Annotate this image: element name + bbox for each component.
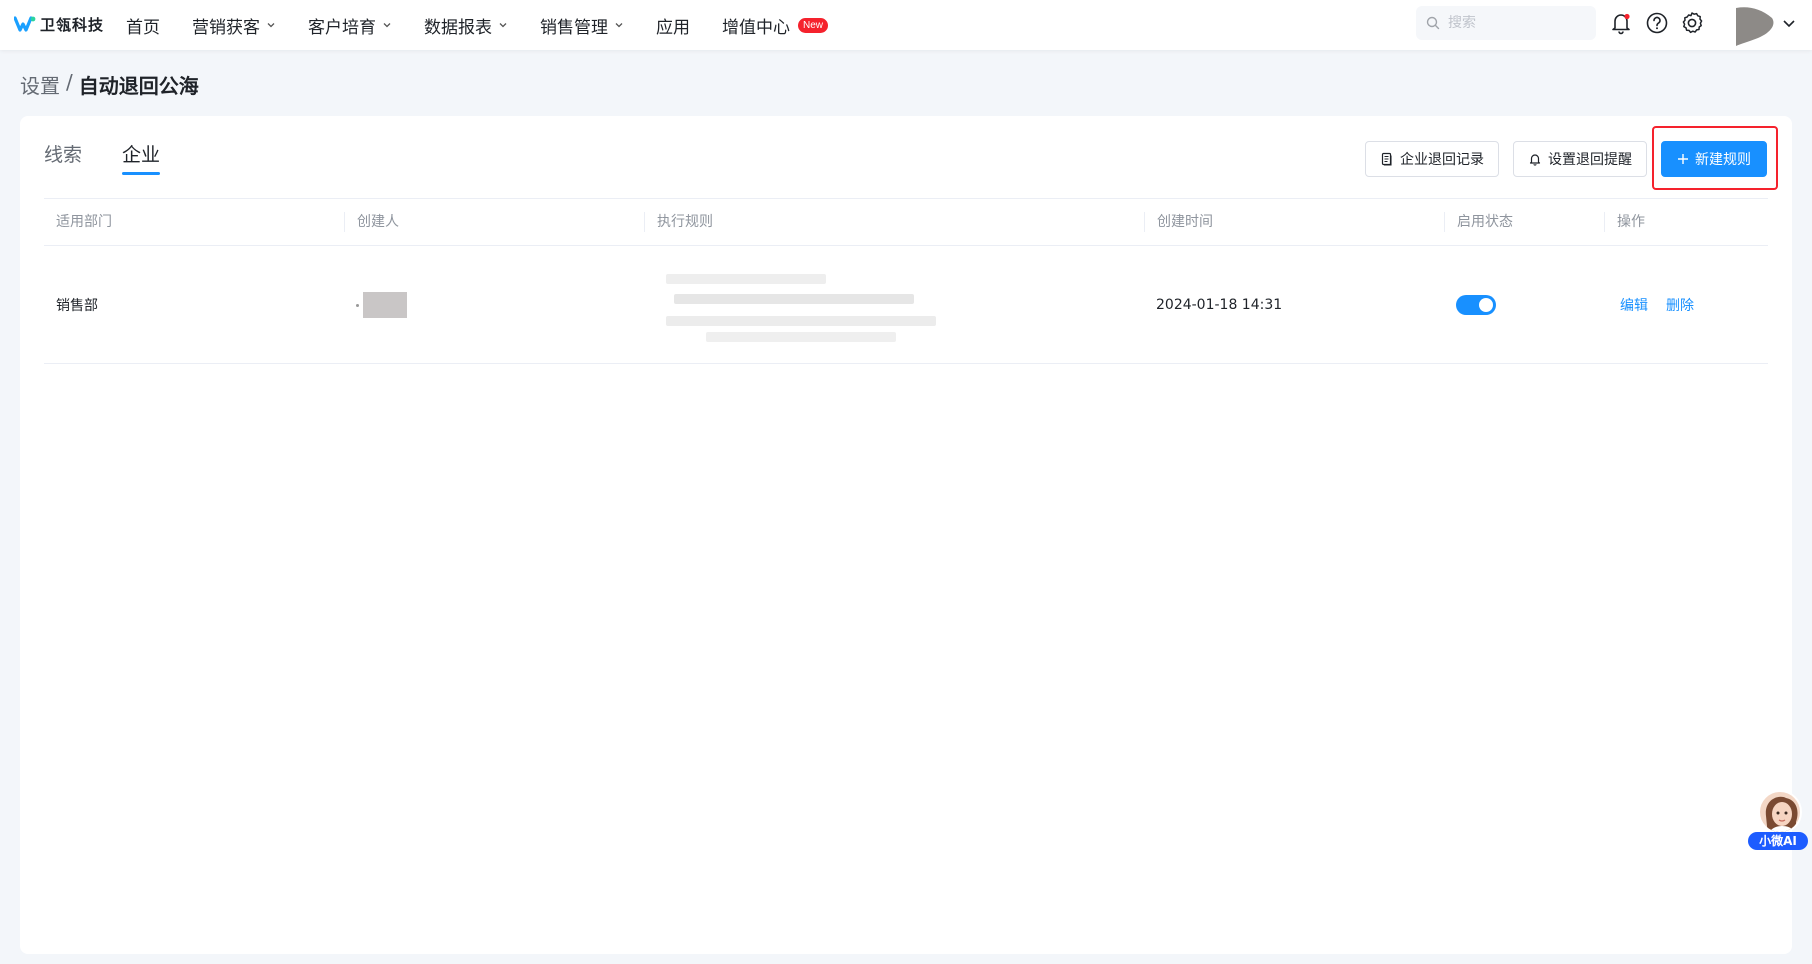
nav-item-label: 营销获客 — [192, 17, 260, 38]
table-row: 销售部 2024-01-18 14:31 编辑 删除 — [44, 246, 1768, 364]
brand-logo[interactable]: 卫瓴科技 — [14, 13, 104, 35]
nav-item-label: 应用 — [656, 17, 690, 38]
plus-icon — [1678, 154, 1688, 164]
chevron-down-icon — [615, 23, 623, 28]
table-header: 适用部门 创建人 执行规则 创建时间 启用状态 操作 — [44, 198, 1768, 246]
breadcrumb: 设置 / 自动退回公海 — [20, 70, 199, 99]
delete-link[interactable]: 删除 — [1666, 295, 1694, 315]
bell-icon — [1529, 154, 1541, 166]
return-records-button[interactable]: 企业退回记录 — [1365, 141, 1499, 177]
main-card: 线索 企业 企业退回记录 设置退回提醒 新建规则 适用部门 创建人 执行规则 创… — [20, 116, 1792, 954]
cell-actions: 编辑 删除 — [1604, 246, 1712, 364]
set-reminder-button[interactable]: 设置退回提醒 — [1513, 141, 1647, 177]
nav-item-value-center[interactable]: 增值中心 New — [722, 13, 829, 38]
column-header-creator: 创建人 — [344, 212, 399, 232]
brand-logo-icon — [14, 16, 36, 32]
document-icon — [1381, 152, 1392, 166]
column-header-rule: 执行规则 — [644, 212, 713, 232]
avatar[interactable] — [1734, 4, 1776, 48]
gear-icon[interactable] — [1679, 10, 1705, 36]
assistant-face-icon — [1765, 796, 1798, 832]
search-icon — [1426, 16, 1440, 30]
nav-item-home[interactable]: 首页 — [126, 13, 160, 38]
chevron-down-icon — [267, 23, 275, 28]
chevron-down-icon[interactable] — [1782, 18, 1796, 30]
breadcrumb-parent[interactable]: 设置 — [20, 70, 60, 99]
tab-bar: 线索 企业 — [44, 140, 161, 175]
edit-link[interactable]: 编辑 — [1620, 295, 1648, 315]
cell-department: 销售部 — [56, 298, 98, 314]
rules-table: 适用部门 创建人 执行规则 创建时间 启用状态 操作 销售部 2024-01-1… — [44, 198, 1768, 364]
redaction-mark — [356, 303, 359, 307]
ai-assistant[interactable]: 小微AI — [1748, 790, 1808, 852]
main-menu: 首页 营销获客 客户培育 数据报表 销售管理 应用 增值中心 New — [126, 0, 860, 50]
assistant-label: 小微AI — [1748, 832, 1808, 850]
tab-company[interactable]: 企业 — [122, 140, 161, 175]
redacted-creator — [363, 292, 407, 318]
set-reminder-label: 设置退回提醒 — [1548, 152, 1632, 168]
nav-item-reports[interactable]: 数据报表 — [424, 13, 508, 38]
nav-item-label: 增值中心 — [722, 17, 790, 38]
breadcrumb-separator: / — [66, 70, 73, 94]
search-box[interactable] — [1416, 6, 1596, 40]
cell-creator — [344, 246, 407, 364]
nav-item-marketing[interactable]: 营销获客 — [192, 13, 276, 38]
return-records-label: 企业退回记录 — [1400, 152, 1484, 168]
nav-item-label: 销售管理 — [540, 17, 608, 38]
assistant-avatar — [1758, 790, 1802, 834]
new-rule-label: 新建规则 — [1695, 152, 1751, 168]
chevron-down-icon — [383, 23, 391, 28]
nav-item-sales[interactable]: 销售管理 — [540, 13, 624, 38]
tab-leads[interactable]: 线索 — [44, 140, 82, 175]
nav-item-label: 客户培育 — [308, 17, 376, 38]
nav-item-apps[interactable]: 应用 — [656, 13, 690, 38]
chevron-down-icon — [499, 23, 507, 28]
top-nav: 卫瓴科技 首页 营销获客 客户培育 数据报表 销售管理 应用 增值中心 New — [0, 0, 1812, 50]
cell-created-time: 2024-01-18 14:31 — [1156, 297, 1283, 313]
brand-name: 卫瓴科技 — [40, 15, 105, 34]
column-header-status: 启用状态 — [1444, 212, 1513, 232]
new-badge: New — [798, 17, 829, 33]
cell-status — [1444, 246, 1496, 364]
new-rule-button[interactable]: 新建规则 — [1661, 141, 1767, 177]
nav-item-nurture[interactable]: 客户培育 — [308, 13, 392, 38]
page-title: 自动退回公海 — [78, 74, 199, 98]
column-header-department: 适用部门 — [56, 214, 112, 230]
search-input[interactable] — [1448, 15, 1578, 31]
redacted-rule — [666, 266, 936, 346]
help-icon[interactable] — [1644, 10, 1670, 36]
nav-item-label: 首页 — [126, 17, 160, 38]
bell-icon[interactable] — [1608, 10, 1634, 36]
enable-toggle[interactable] — [1456, 295, 1496, 315]
column-header-created-time: 创建时间 — [1144, 212, 1213, 232]
nav-item-label: 数据报表 — [424, 17, 492, 38]
column-header-actions: 操作 — [1604, 212, 1645, 232]
